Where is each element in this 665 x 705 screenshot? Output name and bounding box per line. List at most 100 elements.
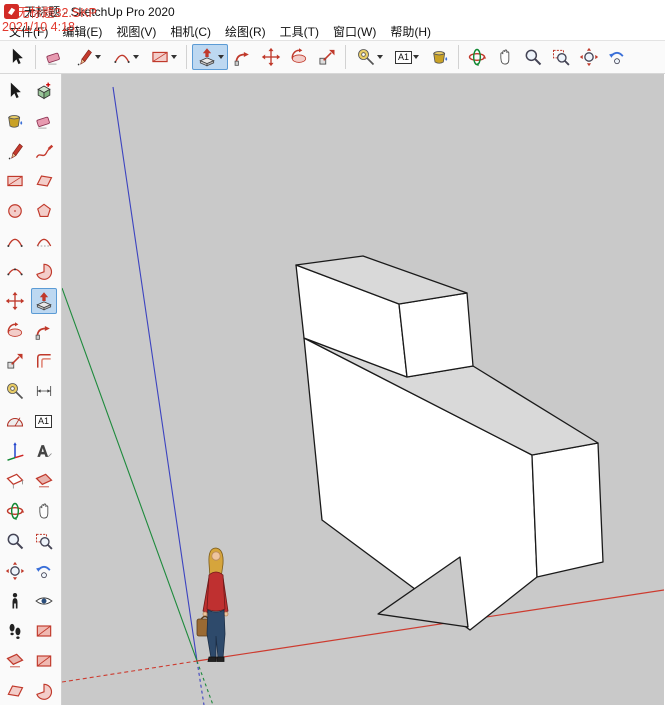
follow-me-tool-button[interactable]: [230, 44, 256, 70]
menu-camera[interactable]: 相机(C): [163, 22, 218, 41]
push-pull-tool-button[interactable]: [30, 288, 57, 314]
move-tool-button[interactable]: [2, 288, 28, 314]
zoom-extents-tool-button[interactable]: [2, 558, 28, 584]
zoom-extents-tool-button[interactable]: [576, 44, 602, 70]
toolbar-separator: [345, 45, 346, 69]
look-around-tool-button[interactable]: [31, 588, 57, 614]
rotate-tool-button[interactable]: [286, 44, 312, 70]
rotate-icon: [5, 321, 25, 341]
scale-icon: [5, 351, 25, 371]
follow-me-tool-button[interactable]: [31, 318, 57, 344]
pan-tool-button[interactable]: [31, 498, 57, 524]
text-tool-button[interactable]: A1: [389, 44, 425, 70]
arc-tool-button[interactable]: [107, 44, 143, 70]
title-bar: 无标题 - SketchUp Pro 2020: [0, 0, 665, 22]
two-point-arc-tool-button[interactable]: [31, 228, 57, 254]
zoom-tool-button[interactable]: [520, 44, 546, 70]
paint-bucket-tool-button[interactable]: [2, 108, 28, 134]
section-plane-tool-button[interactable]: [2, 468, 28, 494]
move-icon: [5, 291, 25, 311]
menu-edit[interactable]: 编辑(E): [55, 22, 109, 41]
three-point-arc-tool-button[interactable]: [2, 258, 28, 284]
chevron-down-icon[interactable]: [170, 55, 177, 59]
style-button-3[interactable]: [2, 678, 28, 704]
section-fill-tool-button[interactable]: [31, 468, 57, 494]
chevron-down-icon[interactable]: [376, 55, 383, 59]
circle-tool-button[interactable]: [2, 198, 28, 224]
viewport[interactable]: [62, 74, 664, 705]
scale-icon: [317, 47, 337, 67]
make-component-button[interactable]: [31, 78, 57, 104]
section-plane-icon: [5, 471, 25, 491]
section-display-button[interactable]: [31, 618, 57, 644]
select-tool-button[interactable]: [4, 44, 30, 70]
section-display-icon: [34, 621, 54, 641]
chevron-down-icon[interactable]: [94, 55, 101, 59]
menu-file[interactable]: 文件(F): [2, 22, 55, 41]
previous-view-button[interactable]: [604, 44, 630, 70]
orbit-icon: [467, 47, 487, 67]
tape-measure-tool-button[interactable]: [351, 44, 387, 70]
polygon-tool-button[interactable]: [31, 198, 57, 224]
freehand-icon: [34, 141, 54, 161]
menu-help[interactable]: 帮助(H): [383, 22, 438, 41]
sketchup-logo-icon: [4, 3, 19, 19]
person-face: [211, 551, 221, 561]
rotated-rectangle-tool-button[interactable]: [31, 168, 57, 194]
scale-tool-button[interactable]: [314, 44, 340, 70]
previous-view-icon: [607, 47, 627, 67]
chevron-down-icon[interactable]: [132, 55, 139, 59]
zoom-extents-icon: [5, 561, 25, 581]
tape-measure-tool-button[interactable]: [2, 378, 28, 404]
previous-view-button[interactable]: [31, 558, 57, 584]
axes-tool-button[interactable]: [2, 438, 28, 464]
protractor-tool-button[interactable]: [2, 408, 28, 434]
menu-view[interactable]: 视图(V): [109, 22, 163, 41]
zoom-window-icon: [551, 47, 571, 67]
paint-bucket-tool-button[interactable]: [427, 44, 453, 70]
rectangle-icon: [5, 171, 25, 191]
offset-tool-button[interactable]: [31, 348, 57, 374]
position-camera-tool-button[interactable]: [2, 588, 28, 614]
3d-text-tool-button[interactable]: [31, 438, 57, 464]
person-left-shoe: [207, 656, 217, 662]
push-pull-icon: [197, 47, 217, 67]
chevron-down-icon[interactable]: [413, 55, 419, 59]
menu-draw[interactable]: 绘图(R): [218, 22, 273, 41]
pie-tool-button[interactable]: [31, 258, 57, 284]
orbit-tool-button[interactable]: [464, 44, 490, 70]
dimension-tool-button[interactable]: [31, 378, 57, 404]
pan-tool-button[interactable]: [492, 44, 518, 70]
menu-window[interactable]: 窗口(W): [326, 22, 383, 41]
paint-bucket-icon: [430, 47, 450, 67]
arc-tool-button[interactable]: [2, 228, 28, 254]
orbit-tool-button[interactable]: [2, 498, 28, 524]
zoom-tool-button[interactable]: [2, 528, 28, 554]
menu-tools[interactable]: 工具(T): [273, 22, 326, 41]
freehand-tool-button[interactable]: [31, 138, 57, 164]
move-icon: [261, 47, 281, 67]
text-tool-button[interactable]: A1: [31, 408, 57, 434]
eraser-tool-button[interactable]: [31, 108, 57, 134]
viewport-canvas[interactable]: [62, 74, 664, 705]
scale-tool-button[interactable]: [2, 348, 28, 374]
zoom-window-tool-button[interactable]: [31, 528, 57, 554]
move-tool-button[interactable]: [258, 44, 284, 70]
style-button-2[interactable]: [31, 648, 57, 674]
line-tool-button[interactable]: [2, 138, 28, 164]
style-button-1[interactable]: [2, 648, 28, 674]
style-button-4[interactable]: [31, 678, 57, 704]
line-tool-button[interactable]: [69, 44, 105, 70]
rotate-tool-button[interactable]: [2, 318, 28, 344]
style-icon-3: [5, 681, 25, 701]
rectangle-tool-button[interactable]: [145, 44, 181, 70]
rectangle-tool-button[interactable]: [2, 168, 28, 194]
toolbar-separator: [458, 45, 459, 69]
eraser-tool-button[interactable]: [41, 44, 67, 70]
walk-tool-button[interactable]: [2, 618, 28, 644]
zoom-window-tool-button[interactable]: [548, 44, 574, 70]
select-icon: [7, 47, 27, 67]
select-tool-button[interactable]: [2, 78, 28, 104]
chevron-down-icon[interactable]: [217, 55, 224, 59]
push-pull-tool-button[interactable]: [192, 44, 228, 70]
